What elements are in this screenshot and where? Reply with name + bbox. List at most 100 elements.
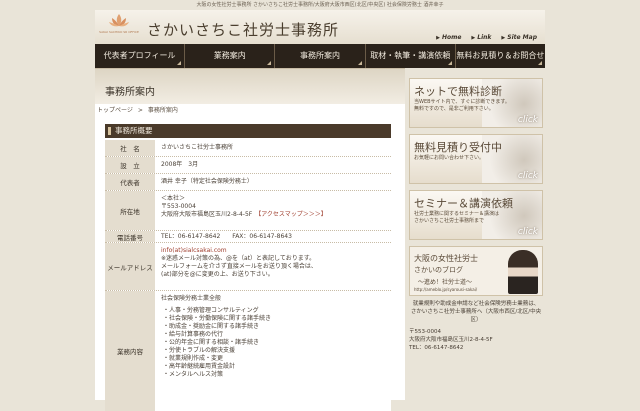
table-row: 設 立 2008年 3月 <box>105 157 391 174</box>
banner-title: ネットで無料診断 <box>414 85 502 98</box>
list-item: 人事・労務管理コンサルティング <box>169 307 385 315</box>
breadcrumb: トップページ > 事務所案内 <box>97 105 178 114</box>
row-label: 業務内容 <box>105 291 155 411</box>
table-row: 電話番号 TEL：06-6147-8642 FAX：06-6147-8643 <box>105 231 391 243</box>
breadcrumb-separator: > <box>137 107 143 114</box>
breadcrumb-home-link[interactable]: トップページ <box>97 107 133 114</box>
arrow-icon: ▶ <box>471 34 476 41</box>
logo-english-text: SAKAI SACHIKO SR OFFICE <box>99 30 139 34</box>
list-item: 労使トラブルの解決支援 <box>169 347 385 355</box>
list-item: 公的年金に関する相談・諸手続き <box>169 339 385 347</box>
access-map-link[interactable]: 【アクセスマップ＞＞＞】 <box>258 211 327 218</box>
sidebar-text: さかいさちこ社労士事務所へ（大阪市西区/北区/中央区） <box>410 309 542 323</box>
corner-triangle-icon <box>357 61 362 65</box>
corner-triangle-icon <box>267 61 272 65</box>
utility-links: ▶ Home ▶ Link ▶ Site Map <box>436 34 537 41</box>
section-title: 事務所概要 <box>105 124 391 138</box>
row-label: 社 名 <box>105 140 155 156</box>
row-value: 社会保険労務士業全般 人事・労務管理コンサルティング 社会保険・労働保険に関する… <box>155 291 391 411</box>
sidebar: ネットで無料診断 当WEBサイト内で、すぐに診断できます。 無料ですので、是非ご利… <box>407 72 545 400</box>
click-label: click <box>517 227 538 237</box>
free-estimate-banner[interactable]: 無料見積り受付中 お気軽にお問い合わせ下さい。 click <box>409 134 543 184</box>
email-note: ※迷惑メール対策の為、@を（at）と表記しております。 <box>161 255 316 262</box>
breadcrumb-current: 事務所案内 <box>147 107 178 114</box>
top-caption: 大阪の女性社労士事務所 さかいさちこ社労士事務所/大阪府大阪市西区(北区/中央区… <box>196 2 444 8</box>
home-link[interactable]: ▶ Home <box>436 34 461 41</box>
site-header: SAKAI SACHIKO SR OFFICE さかいさちこ社労士事務所 ▶ Ho… <box>95 10 545 44</box>
row-label: 電話番号 <box>105 231 155 242</box>
row-value: 2008年 3月 <box>155 157 391 173</box>
representative: 酒井 幸子（特定社会保険労務士） <box>161 178 253 185</box>
nav-profile[interactable]: 代表者プロフィール <box>95 44 186 68</box>
row-value: さかいさちこ社労士事務所 <box>155 140 391 156</box>
page-heading-bar: 事務所案内 <box>95 68 405 104</box>
list-item: 助成金・奨励金に関する諸手続き <box>169 323 385 331</box>
table-row: メールアドレス info(at)sialcsakai.com ※迷惑メール対策の… <box>105 243 391 291</box>
row-label: メールアドレス <box>105 243 155 290</box>
logo[interactable]: SAKAI SACHIKO SR OFFICE <box>99 12 139 42</box>
seminar-banner[interactable]: セミナー＆講演依頼 社労士業務に関するセミナー＆講演は さかいさちこ社労士事務所ま… <box>409 190 543 240</box>
row-label: 所在地 <box>105 191 155 230</box>
email-note: メールフォームを介さず直接メールをお送り頂く場合は、 <box>161 263 317 270</box>
row-label: 設 立 <box>105 157 155 173</box>
site-title[interactable]: さかいさちこ社労士事務所 <box>147 19 339 40</box>
banner-title: 無料見積り受付中 <box>414 141 502 154</box>
company-name: さかいさちこ社労士事務所 <box>161 144 234 151</box>
sidebar-text: 〒553-0004 <box>409 329 441 335</box>
list-item: メンタルヘルス対策 <box>169 371 385 379</box>
phone-fax: TEL：06-6147-8642 FAX：06-6147-8643 <box>161 233 292 240</box>
email-note: (at)部分を@に変更の上、お送り下さい。 <box>161 271 274 278</box>
list-item: 給与計算事務の代行 <box>169 331 385 339</box>
address-line: 〒553-0004 <box>161 203 196 210</box>
list-item: 社会保険・労働保険に関する諸手続き <box>169 315 385 323</box>
row-value: 酒井 幸子（特定社会保険労務士） <box>155 174 391 190</box>
lotus-logo-icon <box>109 14 129 27</box>
page-title: 事務所案内 <box>105 87 155 98</box>
banner-title: 大阪の女性社労士 <box>414 254 478 263</box>
nav-office[interactable]: 事務所案内 <box>275 44 366 68</box>
banner-subtext: お気軽にお問い合わせ下さい。 <box>414 155 485 161</box>
services-list: 人事・労務管理コンサルティング 社会保険・労働保険に関する諸手続き 助成金・奨励… <box>161 307 385 379</box>
address-line: ＜本社＞ <box>161 195 186 202</box>
link-link[interactable]: ▶ Link <box>471 34 491 41</box>
free-diagnosis-banner[interactable]: ネットで無料診断 当WEBサイト内で、すぐに診断できます。 無料ですので、是非ご利… <box>409 78 543 128</box>
table-row: 社 名 さかいさちこ社労士事務所 <box>105 140 391 157</box>
row-label: 代表者 <box>105 174 155 190</box>
avatar <box>508 250 538 294</box>
row-value: ＜本社＞ 〒553-0004 大阪府大阪市福島区玉川2-8-4-5F 【アクセス… <box>155 191 391 230</box>
blog-banner[interactable]: 大阪の女性社労士 さかいのブログ 〜進め！社労士道〜 http://ameblo… <box>409 246 543 296</box>
sidebar-text: TEL：06-6147-8642 <box>409 345 464 351</box>
table-row: 業務内容 社会保険労務士業全般 人事・労務管理コンサルティング 社会保険・労働保… <box>105 291 391 411</box>
arrow-icon: ▶ <box>436 34 440 41</box>
banner-subtext: さかいのブログ <box>414 266 463 274</box>
sitemap-link[interactable]: ▶ Site Map <box>501 34 537 41</box>
nav-contact[interactable]: 無料お見積り＆お問合せ <box>456 44 545 68</box>
address-line: 大阪府大阪市福島区玉川2-8-4-5F 【アクセスマップ＞＞＞】 <box>161 211 327 218</box>
main-nav: 代表者プロフィール 業務案内 事務所案内 取材・執筆・講演依頼 無料お見積り＆お… <box>95 44 545 68</box>
office-info-table: 社 名 さかいさちこ社労士事務所 設 立 2008年 3月 代表者 酒井 幸子（… <box>105 140 391 411</box>
nav-media[interactable]: 取材・執筆・講演依頼 <box>366 44 456 68</box>
sidebar-text: 大阪府大阪市福島区玉川2-8-4-5F <box>409 337 493 343</box>
list-item: 就業規則作成・変更 <box>169 355 385 363</box>
founded-date: 2008年 3月 <box>161 161 199 168</box>
sidebar-address: 就業規則や助成金申請など社会保険労務士業務は、 さかいさちこ社労士事務所へ（大阪… <box>409 300 543 352</box>
corner-triangle-icon <box>177 61 182 65</box>
banner-subtext: 当WEBサイト内で、すぐに診断できます。 無料ですので、是非ご利用下さい。 <box>414 99 510 112</box>
nav-services[interactable]: 業務案内 <box>185 44 276 68</box>
click-label: click <box>517 171 538 181</box>
banner-title: セミナー＆講演依頼 <box>414 197 513 210</box>
corner-triangle-icon <box>447 61 452 65</box>
row-value: info(at)sialcsakai.com ※迷惑メール対策の為、@を（at）… <box>155 243 391 290</box>
corner-triangle-icon <box>538 61 543 65</box>
blog-url: http://ameblo.jp/syarousi-sakai/ <box>414 287 478 292</box>
list-item: 高年齢継続雇用賃金設計 <box>169 363 385 371</box>
services-heading: 社会保険労務士業全般 <box>161 295 222 302</box>
row-value: TEL：06-6147-8642 FAX：06-6147-8643 <box>155 231 391 242</box>
table-row: 所在地 ＜本社＞ 〒553-0004 大阪府大阪市福島区玉川2-8-4-5F 【… <box>105 191 391 231</box>
click-label: click <box>517 115 538 125</box>
table-row: 代表者 酒井 幸子（特定社会保険労務士） <box>105 174 391 191</box>
banner-subtext: 社労士業務に関するセミナー＆講演は さかいさちこ社労士事務所まで <box>414 211 500 224</box>
email-link[interactable]: info(at)sialcsakai.com <box>161 247 385 255</box>
banner-subtext: 〜進め！社労士道〜 <box>418 279 473 286</box>
arrow-icon: ▶ <box>501 34 506 41</box>
